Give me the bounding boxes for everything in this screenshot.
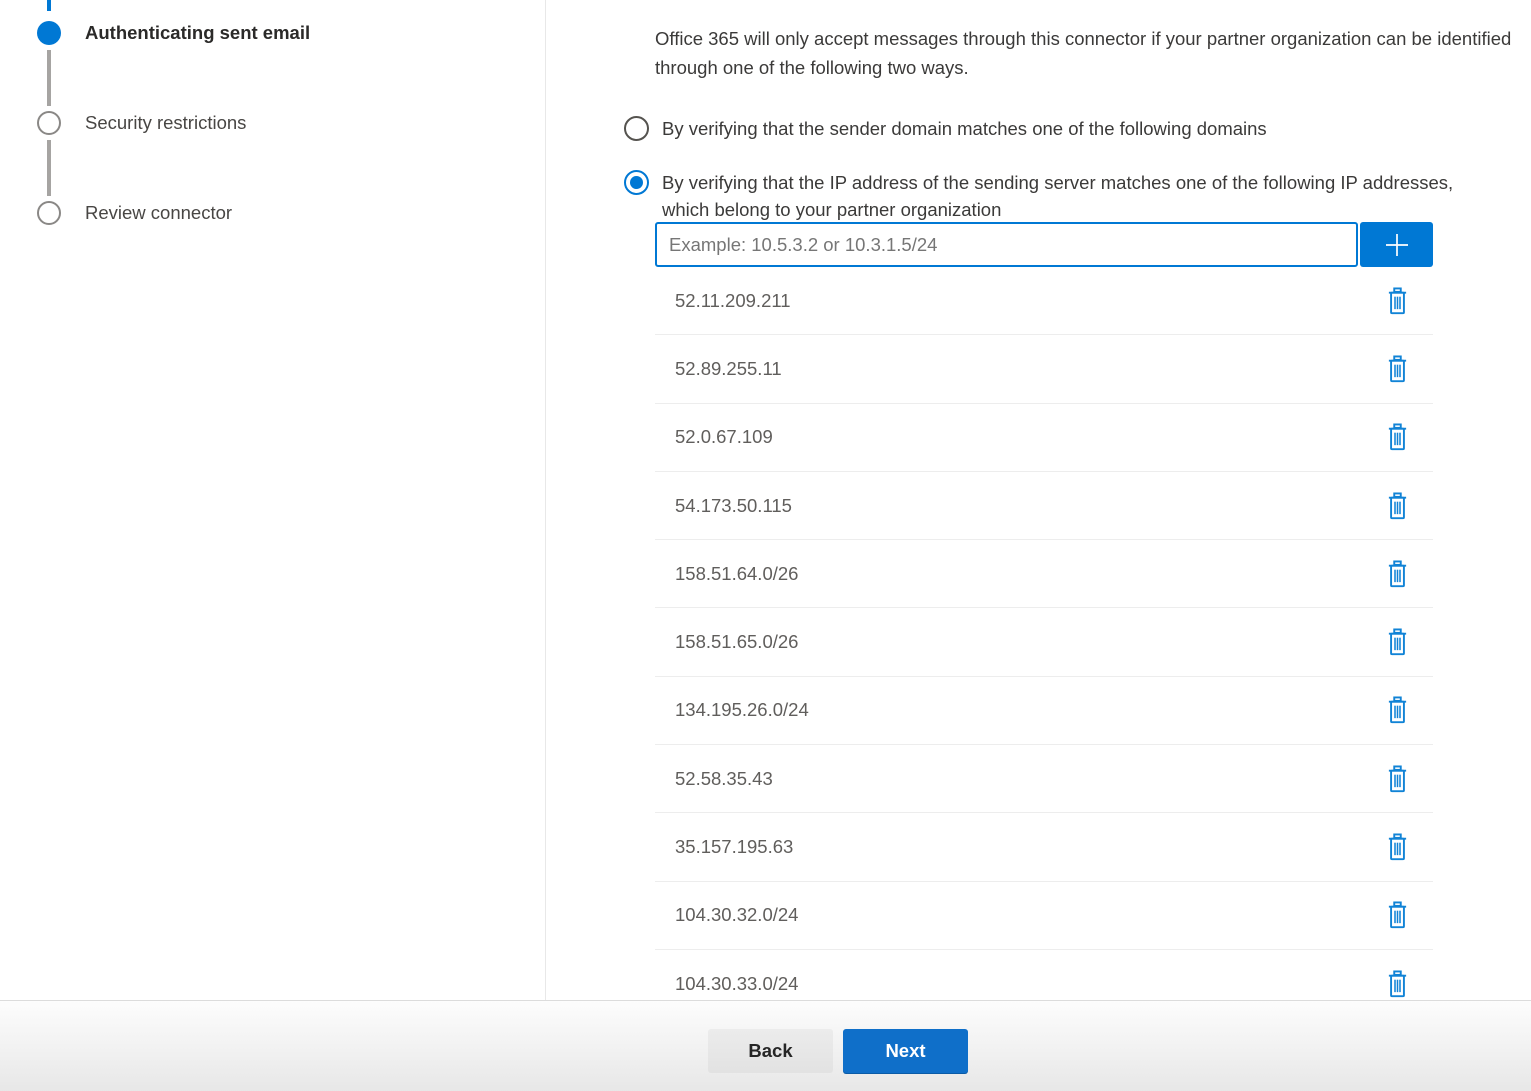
delete-ip-button[interactable] (1384, 490, 1411, 522)
ip-address-row: 52.89.255.11 (655, 335, 1433, 403)
step-connector-line (47, 50, 51, 106)
ip-address-value: 104.30.32.0/24 (675, 904, 798, 926)
step-label: Authenticating sent email (85, 22, 310, 44)
trash-icon (1386, 901, 1409, 929)
delete-ip-button[interactable] (1384, 285, 1411, 317)
ip-address-row: 158.51.65.0/26 (655, 608, 1433, 676)
ip-address-row: 104.30.32.0/24 (655, 882, 1433, 950)
ip-address-row: 52.58.35.43 (655, 745, 1433, 813)
ip-address-value: 158.51.64.0/26 (675, 563, 798, 585)
ip-entry-bar (655, 222, 1433, 267)
wizard-step-list: Authenticating sent email Security restr… (37, 21, 310, 225)
step-label: Review connector (85, 202, 232, 224)
ip-address-value: 52.89.255.11 (675, 358, 782, 380)
ip-address-row: 52.0.67.109 (655, 404, 1433, 472)
ip-address-row: 104.30.33.0/24 (655, 950, 1433, 1000)
delete-ip-button[interactable] (1384, 763, 1411, 795)
wizard-steps-rail: Authenticating sent email Security restr… (0, 0, 546, 1000)
trash-icon (1386, 970, 1409, 998)
step-connector-top-line (47, 0, 51, 11)
next-button[interactable]: Next (843, 1029, 968, 1073)
trash-icon (1386, 628, 1409, 656)
delete-ip-button[interactable] (1384, 899, 1411, 931)
delete-ip-button[interactable] (1384, 694, 1411, 726)
ip-address-value: 52.11.209.211 (675, 290, 791, 312)
delete-ip-button[interactable] (1384, 558, 1411, 590)
step-indicator-circle (37, 111, 61, 135)
wizard-footer: Back Next (0, 1000, 1531, 1091)
radio-option-label: By verifying that the sender domain matc… (662, 115, 1267, 142)
delete-ip-button[interactable] (1384, 831, 1411, 863)
delete-ip-button[interactable] (1384, 421, 1411, 453)
ip-address-list: 52.11.209.211 52.89.255.11 (655, 267, 1433, 1000)
add-ip-button[interactable] (1360, 222, 1433, 267)
ip-address-row: 134.195.26.0/24 (655, 677, 1433, 745)
delete-ip-button[interactable] (1384, 968, 1411, 1000)
trash-icon (1386, 423, 1409, 451)
plus-icon (1382, 230, 1412, 260)
wizard-step[interactable]: Review connector (37, 201, 310, 225)
trash-icon (1386, 355, 1409, 383)
radio-option-label: By verifying that the IP address of the … (662, 169, 1457, 223)
back-button[interactable]: Back (708, 1029, 833, 1073)
wizard-step[interactable]: Authenticating sent email (37, 21, 310, 45)
radio-button-icon (624, 170, 649, 195)
connector-wizard-page: Authenticating sent email Security restr… (0, 0, 1531, 1091)
ip-address-value: 158.51.65.0/26 (675, 631, 798, 653)
step-indicator-circle (37, 201, 61, 225)
ip-address-value: 52.0.67.109 (675, 426, 773, 448)
step-connector-line (47, 140, 51, 196)
wizard-step[interactable]: Security restrictions (37, 111, 310, 135)
delete-ip-button[interactable] (1384, 353, 1411, 385)
intro-text: Office 365 will only accept messages thr… (655, 24, 1531, 82)
ip-address-value: 35.157.195.63 (675, 836, 793, 858)
ip-address-row: 158.51.64.0/26 (655, 540, 1433, 608)
trash-icon (1386, 560, 1409, 588)
radio-option[interactable]: By verifying that the sender domain matc… (624, 115, 1484, 142)
trash-icon (1386, 287, 1409, 315)
trash-icon (1386, 696, 1409, 724)
radio-option[interactable]: By verifying that the IP address of the … (624, 169, 1484, 223)
ip-address-value: 134.195.26.0/24 (675, 699, 809, 721)
radio-button-icon (624, 116, 649, 141)
ip-address-value: 104.30.33.0/24 (675, 973, 798, 995)
step-label: Security restrictions (85, 112, 246, 134)
ip-address-value: 54.173.50.115 (675, 495, 792, 517)
ip-address-input[interactable] (655, 222, 1358, 267)
ip-address-row: 35.157.195.63 (655, 813, 1433, 881)
ip-address-row: 54.173.50.115 (655, 472, 1433, 540)
trash-icon (1386, 765, 1409, 793)
ip-address-row: 52.11.209.211 (655, 267, 1433, 335)
ip-address-value: 52.58.35.43 (675, 768, 773, 790)
trash-icon (1386, 492, 1409, 520)
trash-icon (1386, 833, 1409, 861)
step-indicator-circle (37, 21, 61, 45)
delete-ip-button[interactable] (1384, 626, 1411, 658)
wizard-content: Authenticating sent email Security restr… (0, 0, 1531, 1000)
